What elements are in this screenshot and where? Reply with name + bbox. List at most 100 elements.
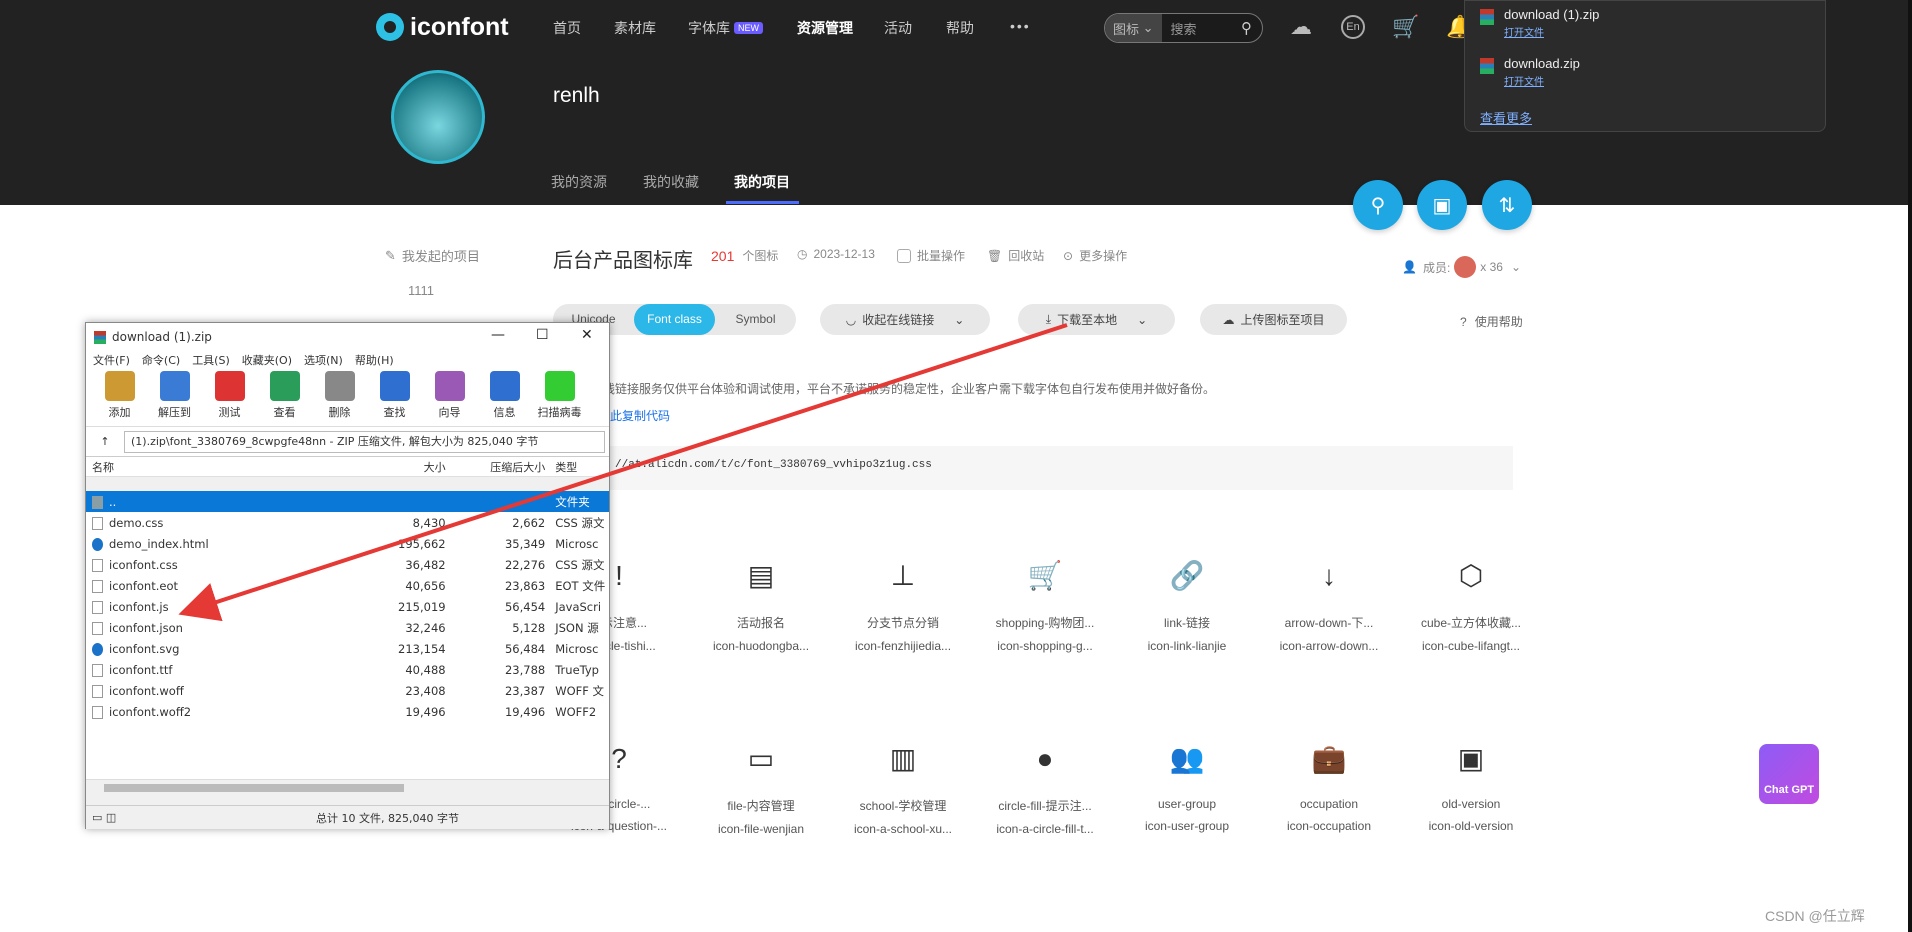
horizontal-scrollbar[interactable] [86,779,609,795]
file-row[interactable]: iconfont.svg 213,154 56,484 Microsc [86,638,609,659]
file-row[interactable]: iconfont.woff 23,408 23,387 WOFF 文 [86,680,609,701]
sidebar-item-1111[interactable]: 1111 [385,283,480,298]
nav-materials[interactable]: 素材库 [614,18,656,38]
search-scope-select[interactable]: 图标 ⌄ [1105,14,1162,42]
language-button[interactable]: En [1341,15,1365,39]
column-name[interactable]: 名称 [86,459,355,475]
minimize-button[interactable]: — [491,327,505,343]
download-item[interactable]: download.zip 打开文件 [1480,56,1580,88]
download-local-button[interactable]: ⤓ 下载至本地 ⌄ [1018,304,1175,335]
menu-item[interactable]: 收藏夹(O) [242,352,292,368]
tab-font-class[interactable]: Font class [634,304,715,335]
zip-file-icon [1480,9,1494,25]
menu-item[interactable]: 选项(N) [304,352,343,368]
collapse-online-link-button[interactable]: ◡ 收起在线链接 ⌄ [820,304,990,335]
menu-item[interactable]: 帮助(H) [355,352,394,368]
nav-activities[interactable]: 活动 [884,18,912,38]
file-row[interactable]: iconfont.ttf 40,488 23,788 TrueTyp [86,659,609,680]
icon-card[interactable]: ▣ old-version icon-old-version [1412,739,1530,833]
file-icon [92,558,103,572]
icon-card[interactable]: ● circle-fill-提示注... icon-a-circle-fill-t.… [986,739,1104,836]
file-row[interactable]: iconfont.css 36,482 22,276 CSS 源文 [86,554,609,575]
file-row[interactable]: iconfont.js 215,019 56,454 JavaScri [86,596,609,617]
icon-card[interactable]: 🔗 link-链接 icon-link-lianjie [1128,556,1246,653]
toolbar-label: 解压到 [158,406,191,419]
file-row[interactable]: iconfont.json 32,246 5,128 JSON 源 [86,617,609,638]
path-field[interactable]: (1).zip\font_3380769_8cwpgfe48nn - ZIP 压… [124,430,605,453]
icon-card[interactable]: 🛒 shopping-购物团... icon-shopping-g... [986,556,1104,653]
open-file-link[interactable]: 打开文件 [1504,73,1580,88]
tab-my-resources[interactable]: 我的资源 [551,172,607,192]
file-row[interactable]: iconfont.eot 40,656 23,863 EOT 文件 [86,575,609,596]
search-icon[interactable]: ⚲ [1241,19,1262,37]
toolbar-button[interactable]: 信息 [477,371,532,426]
search-input[interactable]: 搜索 [1162,19,1241,38]
css-link-code[interactable]: //at.alicdn.com/t/c/font_3380769_vvhipo3… [553,446,1513,490]
more-operations-button[interactable]: ⊙ 更多操作 [1063,247,1127,264]
file-row[interactable]: demo.css 8,430 2,662 CSS 源文 [86,512,609,533]
close-button[interactable]: ✕ [581,327,593,343]
tab-symbol[interactable]: Symbol [715,304,796,335]
iconfont-logo[interactable]: iconfont [376,12,509,42]
icon-card[interactable]: ▭ file-内容管理 icon-file-wenjian [702,739,820,836]
search-box[interactable]: 图标 ⌄ 搜索 ⚲ [1104,13,1263,43]
maximize-button[interactable]: ☐ [536,327,549,343]
winrar-title-bar[interactable]: download (1).zip — ☐ ✕ [86,323,609,351]
column-packed-size[interactable]: 压缩后大小 [450,459,550,475]
batch-operations-button[interactable]: 批量操作 [897,247,965,264]
nav-fonts[interactable]: 字体库 NEW [688,18,763,38]
download-item[interactable]: download (1).zip 打开文件 [1480,7,1599,39]
toolbar-button[interactable]: 查看 [257,371,312,426]
members-info[interactable]: 👤 成员: x 36 ⌄ [1402,256,1521,278]
toolbar-button[interactable]: 删除 [312,371,367,426]
file-type: JavaScri [555,599,602,614]
up-arrow-icon[interactable]: ↑ [86,435,124,448]
help-link[interactable]: ? 使用帮助 [1460,313,1523,330]
file-name: .. [86,495,355,509]
file-icon [92,705,103,719]
toolbar-button[interactable]: 向导 [422,371,477,426]
cart-icon[interactable]: 🛒 [1392,14,1419,40]
fab-new-folder-button[interactable]: ▣ [1417,180,1467,230]
icon-card[interactable]: ⬡ cube-立方体收藏... icon-cube-lifangt... [1412,556,1530,653]
nav-resource-manage[interactable]: 资源管理 [797,18,853,38]
column-size[interactable]: 大小 [355,459,450,475]
icon-card[interactable]: ⊥ 分支节点分销 icon-fenzhijiedia... [844,556,962,653]
tab-my-projects[interactable]: 我的项目 [734,172,790,192]
toolbar-button[interactable]: 扫描病毒 [532,371,587,426]
toolbar-button[interactable]: 添加 [92,371,147,426]
chat-gpt-button[interactable]: Chat GPT [1759,744,1819,804]
icon-card[interactable]: 👥 user-group icon-user-group [1128,739,1246,833]
icon-card[interactable]: ▥ school-学校管理 icon-a-school-xu... [844,739,962,836]
menu-item[interactable]: 文件(F) [93,352,130,368]
trash-button[interactable]: 🗑 回收站 [987,247,1044,264]
fab-search-button[interactable]: ⚲ [1353,180,1403,230]
menu-item[interactable]: 工具(S) [192,352,230,368]
file-row[interactable]: iconfont.woff2 19,496 19,496 WOFF2 [86,701,609,722]
fab-sort-button[interactable]: ⇅ [1482,180,1532,230]
file-row[interactable]: .. 文件夹 [86,491,609,512]
file-row[interactable]: demo_index.html 195,662 35,349 Microsc [86,533,609,554]
icon-card[interactable]: 💼 occupation icon-occupation [1270,739,1388,833]
icon-count: 201 个图标 [711,247,779,264]
toolbar-button[interactable]: 查找 [367,371,422,426]
icon-class-name: icon-arrow-down... [1279,639,1379,653]
file-packed-size: 56,454 [504,599,546,614]
scrollbar-thumb[interactable] [104,784,404,792]
menu-item[interactable]: 命令(C) [142,352,180,368]
toolbar-button[interactable]: 解压到 [147,371,202,426]
upload-icons-button[interactable]: ☁ 上传图标至项目 [1200,304,1347,335]
toolbar-button[interactable]: 测试 [202,371,257,426]
icon-card[interactable]: ▤ 活动报名 icon-huodongba... [702,556,820,653]
nav-more[interactable]: ••• [1010,18,1031,34]
profile-avatar[interactable] [391,70,485,164]
see-more-downloads-link[interactable]: 查看更多 [1480,108,1532,127]
copy-code-link[interactable]: 此复制代码 [610,407,670,424]
column-type[interactable]: 类型 [549,459,609,475]
open-file-link[interactable]: 打开文件 [1504,24,1599,39]
nav-home[interactable]: 首页 [553,18,581,38]
nav-help[interactable]: 帮助 [946,18,974,38]
upload-cloud-icon[interactable]: ☁ [1290,14,1312,40]
icon-card[interactable]: ↓ arrow-down-下... icon-arrow-down... [1270,556,1388,653]
tab-my-favorites[interactable]: 我的收藏 [643,172,699,192]
